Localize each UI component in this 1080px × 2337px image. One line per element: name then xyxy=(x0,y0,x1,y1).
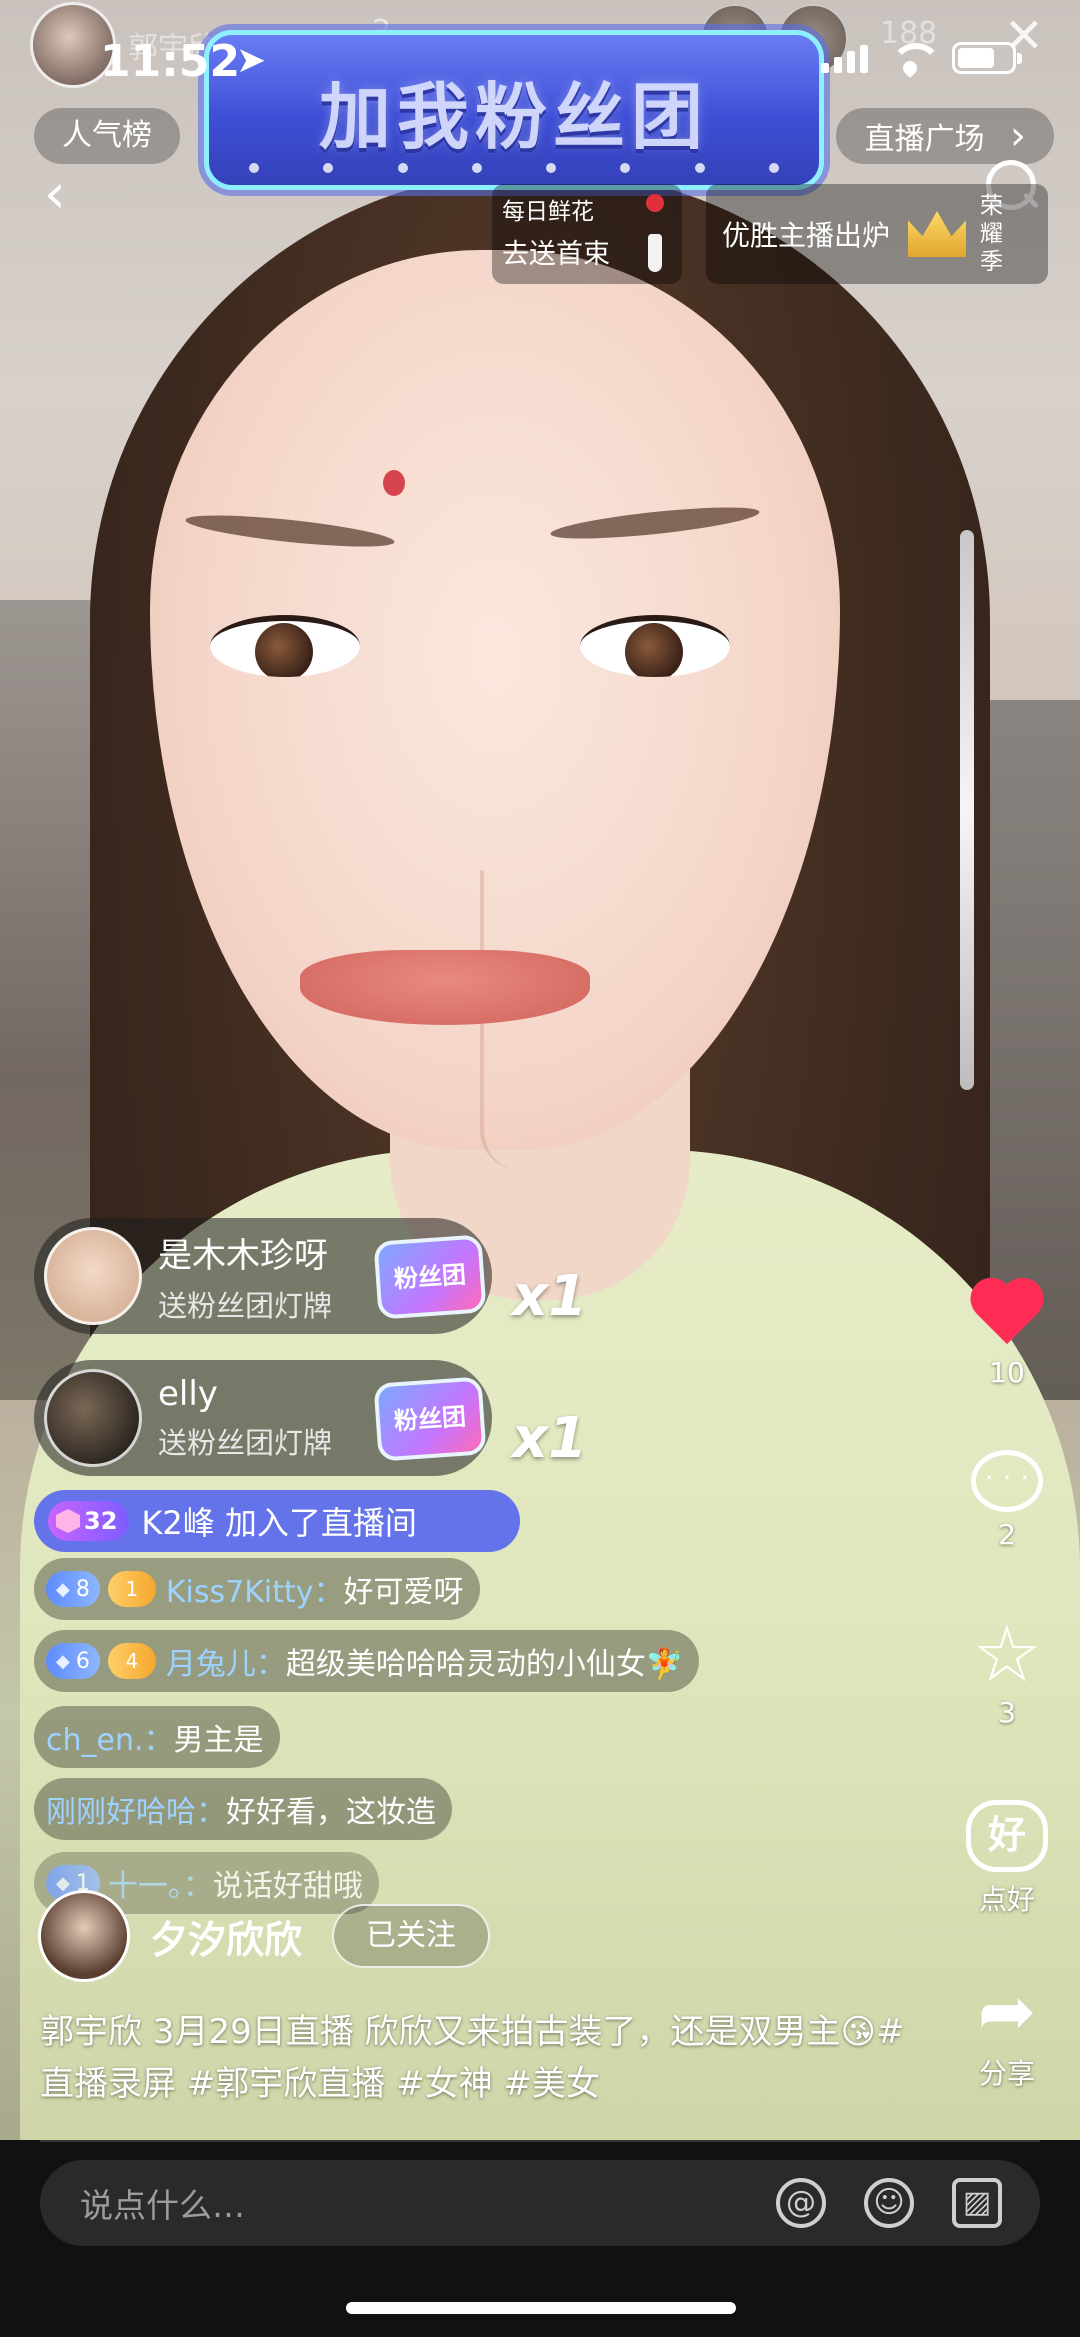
fan-heart-badge: 1 xyxy=(107,1571,156,1607)
status-icons xyxy=(821,42,1022,74)
gift-count: x1 xyxy=(512,1406,588,1471)
gifter-avatar xyxy=(44,1227,142,1325)
winner-promo[interactable]: 优胜主播出炉 荣耀季 xyxy=(706,184,1048,284)
tab-live-square[interactable]: 直播广场 › xyxy=(836,108,1054,164)
comment-icon xyxy=(971,1450,1043,1512)
tab-label: 直播广场 xyxy=(864,122,985,157)
earring xyxy=(960,530,974,1090)
chat-username[interactable]: 月兔儿： xyxy=(166,1639,286,1683)
good-button[interactable]: 好 点好 xyxy=(952,1800,1062,1918)
image-icon[interactable]: ▨ xyxy=(952,2178,1002,2228)
comment-placeholder: 说点什么… xyxy=(80,2186,245,2225)
share-label: 分享 xyxy=(978,2057,1035,2090)
season-label: 荣耀季 xyxy=(980,193,1004,275)
good-icon: 好 xyxy=(966,1800,1048,1872)
right-eye xyxy=(580,615,730,677)
comment-input[interactable]: 说点什么… @ ☺ ▨ xyxy=(40,2160,1040,2246)
bottom-bar: 说点什么… @ ☺ ▨ xyxy=(0,2140,1080,2337)
rank-badge: 6 xyxy=(46,1643,100,1679)
join-notice: 32 K2峰 加入了直播间 xyxy=(34,1490,520,1552)
favorite-count: 3 xyxy=(998,1696,1016,1729)
fan-club-gift-icon: 粉丝团 xyxy=(373,1234,487,1320)
star-icon: ☆ xyxy=(972,1610,1042,1700)
divider xyxy=(40,2140,1040,2142)
chat-text: 好好看，这妆造 xyxy=(226,1795,436,1830)
crown-icon xyxy=(908,211,967,257)
like-button[interactable]: 10 xyxy=(952,1280,1062,1389)
gifter-name: 是木木珍呀 xyxy=(158,1235,328,1276)
tab-popularity-rank[interactable]: 人气榜 xyxy=(34,108,180,164)
forehead-mark xyxy=(383,470,405,496)
share-icon: ➦ xyxy=(977,1970,1037,2052)
tab-label: 人气榜 xyxy=(62,118,152,153)
good-label: 点好 xyxy=(978,1883,1035,1916)
heart-icon xyxy=(968,1280,1046,1350)
gift-action: 送粉丝团灯牌 xyxy=(158,1426,333,1460)
gifter-avatar xyxy=(44,1369,142,1467)
chat-username[interactable]: ch_en.： xyxy=(46,1715,174,1759)
chevron-right-icon: › xyxy=(1010,113,1026,159)
chat-message[interactable]: 8 1 Kiss7Kitty： 好可爱呀 xyxy=(34,1558,480,1620)
winner-text: 优胜主播出炉 xyxy=(722,219,891,252)
chat-message[interactable]: ch_en.： 男主是 xyxy=(34,1706,280,1768)
rank-badge: 8 xyxy=(46,1571,100,1607)
join-text: K2峰 加入了直播间 xyxy=(141,1504,417,1542)
fan-heart-badge: 4 xyxy=(107,1643,156,1679)
signal-icon xyxy=(821,43,868,73)
left-eye xyxy=(210,615,360,677)
author-avatar[interactable] xyxy=(38,1890,130,1982)
lips xyxy=(300,950,590,1025)
location-arrow-icon: ➤ xyxy=(236,40,267,81)
left-brow xyxy=(184,509,396,553)
user-level-badge: 32 xyxy=(48,1501,130,1541)
battery-icon xyxy=(952,42,1022,74)
follow-button[interactable]: 已关注 xyxy=(332,1904,491,1968)
status-time: 11:52 xyxy=(100,36,241,87)
comment-button[interactable]: 2 xyxy=(952,1450,1062,1551)
chat-text: 超级美哈哈哈灵动的小仙女🧚 xyxy=(285,1647,684,1682)
daily-flower-promo[interactable]: 每日鲜花 去送首束 xyxy=(492,184,682,284)
like-count: 10 xyxy=(989,1356,1025,1389)
gifter-name: elly xyxy=(158,1374,218,1414)
home-indicator xyxy=(346,2302,736,2314)
author-name[interactable]: 夕汐欣欣 xyxy=(150,1909,302,1964)
gift-count: x1 xyxy=(512,1264,588,1329)
flower-vase-icon xyxy=(642,194,668,274)
status-bar: 11:52 ➤ xyxy=(0,0,1080,120)
favorite-button[interactable]: ☆ 3 xyxy=(952,1610,1062,1729)
fan-club-gift-icon: 粉丝团 xyxy=(373,1376,487,1462)
at-icon[interactable]: @ xyxy=(776,2178,826,2228)
emoji-icon[interactable]: ☺ xyxy=(864,2178,914,2228)
top-tabs: 人气榜 直播广场 › xyxy=(34,108,1054,168)
post-caption[interactable]: 郭宇欣 3月29日直播 欣欣又来拍古装了，还是双男主😘#直播录屏 #郭宇欣直播 … xyxy=(40,2006,920,2110)
comment-count: 2 xyxy=(998,1518,1016,1551)
chat-message[interactable]: 6 4 月兔儿： 超级美哈哈哈灵动的小仙女🧚 xyxy=(34,1630,700,1692)
wifi-icon xyxy=(890,43,942,73)
chat-message[interactable]: 刚刚好哈哈： 好好看，这妆造 xyxy=(34,1778,452,1840)
chat-text: 男主是 xyxy=(173,1723,264,1758)
gift-action: 送粉丝团灯牌 xyxy=(158,1288,333,1323)
back-icon[interactable]: ‹ xyxy=(44,162,66,225)
chat-username[interactable]: 刚刚好哈哈： xyxy=(46,1787,226,1831)
author-row: 夕汐欣欣 已关注 xyxy=(38,1890,491,1982)
right-brow xyxy=(549,501,761,545)
chat-username[interactable]: Kiss7Kitty： xyxy=(166,1567,344,1611)
chat-text: 好可爱呀 xyxy=(343,1575,464,1610)
share-button[interactable]: ➦ 分享 xyxy=(952,1976,1062,2092)
